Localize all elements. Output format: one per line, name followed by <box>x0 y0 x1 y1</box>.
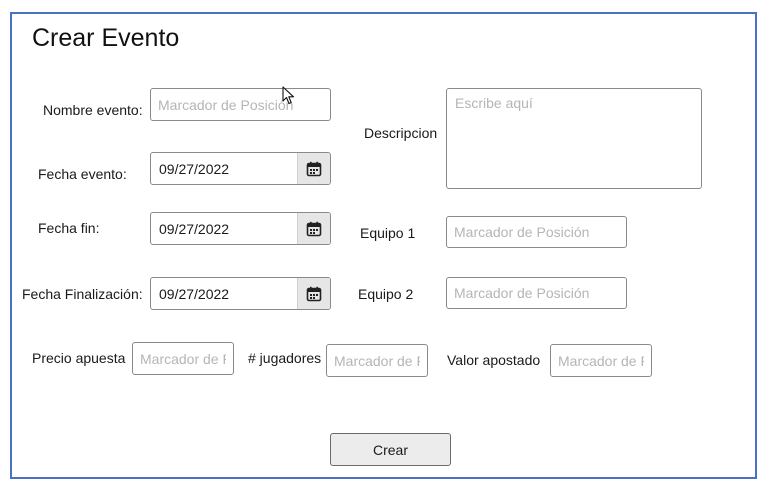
fecha-finalizacion-value: 09/27/2022 <box>159 285 230 302</box>
calendar-icon[interactable] <box>297 213 330 244</box>
fecha-finalizacion-label: Fecha Finalización: <box>22 286 143 302</box>
fecha-evento-value: 09/27/2022 <box>159 160 230 177</box>
fecha-fin-value: 09/27/2022 <box>159 220 230 237</box>
fecha-evento-datepicker[interactable]: 09/27/2022 <box>150 152 331 185</box>
equipo2-input[interactable] <box>446 277 627 309</box>
nombre-evento-label: Nombre evento: <box>43 102 143 118</box>
jugadores-input[interactable] <box>326 344 428 377</box>
valor-apostado-label: Valor apostado <box>447 352 541 368</box>
equipo2-label: Equipo 2 <box>358 286 414 302</box>
equipo1-input[interactable] <box>446 216 627 248</box>
precio-apuesta-label: Precio apuesta <box>32 350 126 366</box>
valor-apostado-input[interactable] <box>550 344 652 377</box>
jugadores-label: # jugadores <box>248 350 322 366</box>
mouse-pointer-icon <box>282 86 296 111</box>
equipo1-label: Equipo 1 <box>360 225 416 241</box>
form-frame <box>10 12 757 479</box>
page-title: Crear Evento <box>32 24 180 52</box>
calendar-icon[interactable] <box>297 153 330 184</box>
fecha-fin-datepicker[interactable]: 09/27/2022 <box>150 212 331 245</box>
fecha-finalizacion-datepicker[interactable]: 09/27/2022 <box>150 277 331 310</box>
nombre-evento-input[interactable] <box>150 88 331 121</box>
descripcion-textarea[interactable] <box>446 88 702 189</box>
precio-apuesta-input[interactable] <box>132 342 234 375</box>
descripcion-label: Descripcion <box>364 125 438 141</box>
calendar-icon[interactable] <box>297 278 330 309</box>
fecha-fin-label: Fecha fin: <box>38 220 100 236</box>
crear-button[interactable]: Crear <box>330 433 451 466</box>
fecha-evento-label: Fecha evento: <box>38 166 127 182</box>
